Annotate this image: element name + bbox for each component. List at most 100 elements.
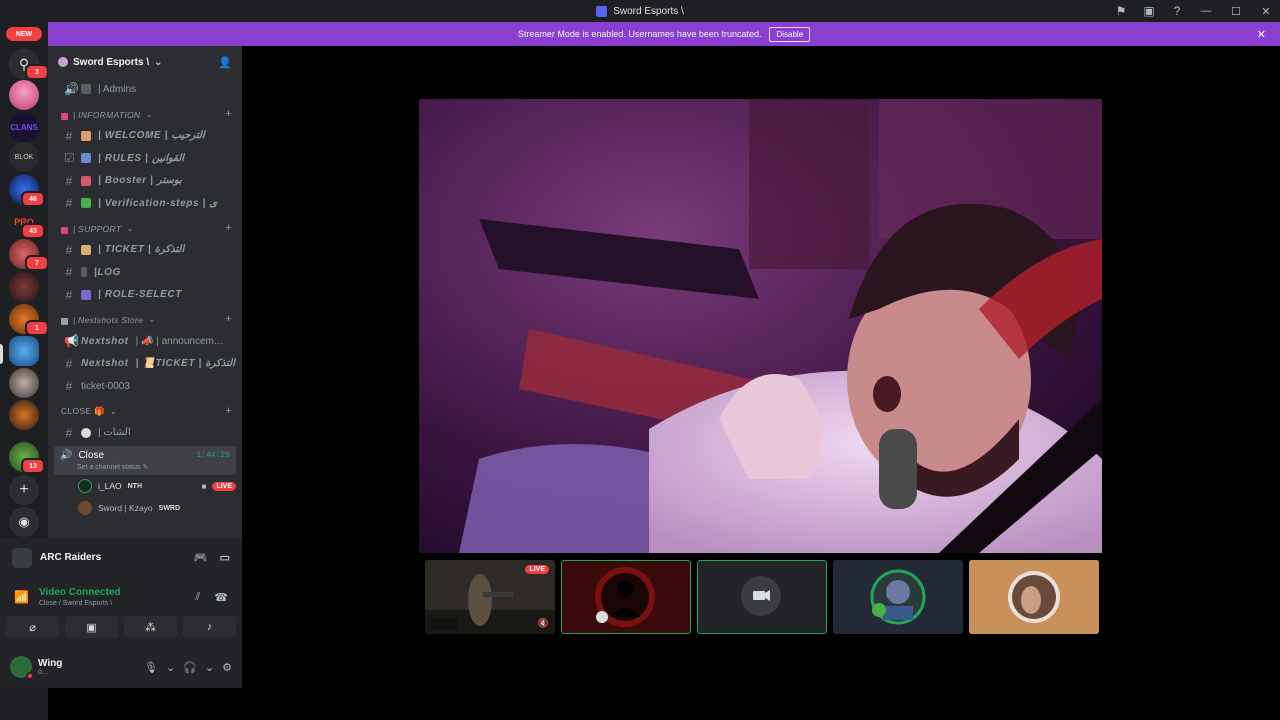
rocket-emoji-icon <box>81 175 91 186</box>
minimize-button[interactable]: — <box>1198 5 1214 17</box>
server-header[interactable]: Sword Esports \ ⌄ 👤 <box>48 46 242 78</box>
avatar[interactable] <box>10 656 34 680</box>
muted-speaker-icon[interactable]: 🔇 <box>538 618 549 629</box>
inbox-icon[interactable]: ▣ <box>1142 4 1156 18</box>
streamer-mode-banner: Streamer Mode is enabled. Usernames have… <box>48 22 1280 46</box>
connection-title[interactable]: Video Connected <box>39 587 121 598</box>
megaphone-icon <box>81 84 91 95</box>
channel-booster[interactable]: # | Booster | بوستر <box>54 170 236 193</box>
channel-verification[interactable]: # | Verification-steps | ی <box>54 192 236 215</box>
user-panel: Wing ó… 🎙 ⌄ 🎧 ⌄ ⚙ <box>0 646 242 688</box>
create-channel-icon[interactable]: + <box>225 405 232 417</box>
signal-icon[interactable]: 📶 <box>14 590 29 604</box>
server-icon-sword-esports[interactable] <box>9 336 39 366</box>
gear-icon[interactable]: ⚙ <box>222 661 232 674</box>
unread-badge: 1 <box>25 320 49 336</box>
close-window-button[interactable]: ✕ <box>1258 5 1274 18</box>
connection-status: 📶 Video Connected Close / Sword Esports … <box>0 578 242 616</box>
green-square-icon <box>81 198 91 209</box>
participant-tile[interactable] <box>833 560 963 634</box>
activities-button[interactable]: ⁂ <box>124 616 177 638</box>
channel-nextshot-ticket[interactable]: # Nextshot | 📜TICKET | التذكرة <box>54 353 236 376</box>
checkbox-icon: ☑ <box>64 151 75 166</box>
live-badge: LIVE <box>212 481 236 491</box>
hash-icon: # <box>65 425 73 440</box>
discover-icon[interactable]: ◉ <box>9 507 39 537</box>
channel-label: | 📜TICKET | التذكرة <box>135 358 235 370</box>
help-icon[interactable]: ? <box>1170 4 1184 18</box>
participant-tile[interactable] <box>561 560 691 634</box>
soundboard-button[interactable]: ♪ <box>183 616 236 638</box>
chevron-down-icon[interactable]: ⌄ <box>166 661 175 674</box>
chevron-down-icon[interactable]: ⌄ <box>205 661 214 674</box>
user-name[interactable]: Wing <box>38 658 62 669</box>
noise-suppression-icon[interactable]: ⫽ <box>195 591 200 604</box>
channel-log[interactable]: # |LOG <box>54 261 236 284</box>
connection-location[interactable]: Close / Sword Esports \ <box>39 600 121 607</box>
channel-chat[interactable]: # | الشات <box>54 422 236 445</box>
channel-nextshot-announcements[interactable]: 📢 Nextshot | 📣 | announcem… <box>54 330 236 353</box>
participant-tile[interactable] <box>969 560 1099 634</box>
participant-tile-stream[interactable]: LIVE 🔇 <box>425 560 555 634</box>
channel-admins[interactable]: 🔊 | Admins <box>54 78 236 101</box>
voice-member[interactable]: i_LAO NTH ■ LIVE <box>48 475 242 497</box>
invite-people-icon[interactable]: 👤 <box>218 56 232 69</box>
category-label: | SUPPORT <box>73 223 122 234</box>
category-support[interactable]: | SUPPORT ⌄ + <box>48 215 242 239</box>
server-icon[interactable]: BLOK <box>9 142 39 172</box>
voice-channel-close[interactable]: 🔊 Close 1:44:29 Set a channel status ✎ <box>54 446 236 475</box>
channel-label: | TICKET | التذكرة <box>98 244 185 256</box>
window-title-text: Sword Esports \ <box>613 5 684 17</box>
category-information[interactable]: | INFORMATION ⌄ + <box>48 101 242 125</box>
selected-server-pip <box>0 344 3 364</box>
channel-rules[interactable]: ☑ | RULES | القوانين <box>54 147 236 170</box>
gamepad-icon[interactable]: 🎮 <box>194 551 208 564</box>
maximize-button[interactable]: ☐ <box>1228 5 1244 18</box>
camera-off-button[interactable]: ⌀ <box>6 616 59 638</box>
create-channel-icon[interactable]: + <box>225 108 232 120</box>
category-emoji-icon <box>61 226 68 234</box>
channel-ticket-0003[interactable]: # ticket-0003 <box>54 375 236 398</box>
headphones-icon[interactable]: 🎧 <box>183 661 197 674</box>
create-channel-icon[interactable]: + <box>225 313 232 325</box>
participant-tile[interactable] <box>697 560 827 634</box>
create-channel-icon[interactable]: + <box>225 222 232 234</box>
avatar <box>78 479 92 493</box>
new-unreads-pill[interactable]: NEW <box>6 27 42 41</box>
server-icon[interactable] <box>9 368 39 398</box>
server-icon[interactable] <box>9 80 39 110</box>
category-nextshots-store[interactable]: | Nextshots Store ⌄ + <box>48 306 242 330</box>
category-label: | INFORMATION <box>73 109 141 120</box>
gamepad-emoji-icon <box>81 289 91 300</box>
screen-share-button[interactable]: ▣ <box>65 616 118 638</box>
add-server-icon[interactable]: + <box>9 475 39 505</box>
stream-video[interactable] <box>419 99 1102 553</box>
channel-label-prefix: Nextshot <box>81 335 129 347</box>
hash-icon: # <box>65 242 73 257</box>
inbox-flag-icon[interactable]: ⚑ <box>1114 4 1128 18</box>
member-name: Sword | Kzayo <box>98 503 153 513</box>
pencil-icon[interactable]: ✎ <box>142 464 148 471</box>
voice-member[interactable]: Sword | Kzayo SWRD <box>48 497 242 519</box>
camera-icon: ■ <box>201 481 207 491</box>
unread-badge: 13 <box>21 458 45 474</box>
screen-share-icon[interactable]: ▭ <box>220 551 230 564</box>
category-close[interactable]: CLOSE 🎁 ⌄ + <box>48 398 242 422</box>
server-icon[interactable]: CLANS <box>9 112 39 142</box>
channel-ticket[interactable]: # | TICKET | التذكرة <box>54 239 236 262</box>
voice-timer: 1:44:29 <box>196 451 230 460</box>
disconnect-icon[interactable]: ☎ <box>214 591 228 604</box>
close-banner-icon[interactable]: ✕ <box>1257 28 1266 41</box>
microphone-icon[interactable]: 🎙 <box>144 661 158 674</box>
stream-frame-image <box>419 99 1102 553</box>
window-title: Sword Esports \ <box>596 5 684 17</box>
channel-welcome[interactable]: # | WELCOME | الترحيب <box>54 125 236 148</box>
server-icon[interactable] <box>9 400 39 430</box>
server-icon[interactable] <box>9 272 39 302</box>
disable-streamer-mode-button[interactable]: Disable <box>769 26 811 42</box>
channel-label: | Verification-steps | ی <box>98 197 218 209</box>
hash-icon: # <box>65 379 73 394</box>
channel-status-prompt[interactable]: Set a channel status <box>77 464 140 471</box>
chevron-down-icon: ⌄ <box>126 222 134 233</box>
channel-role-select[interactable]: # | ROLE-SELECT <box>54 284 236 307</box>
